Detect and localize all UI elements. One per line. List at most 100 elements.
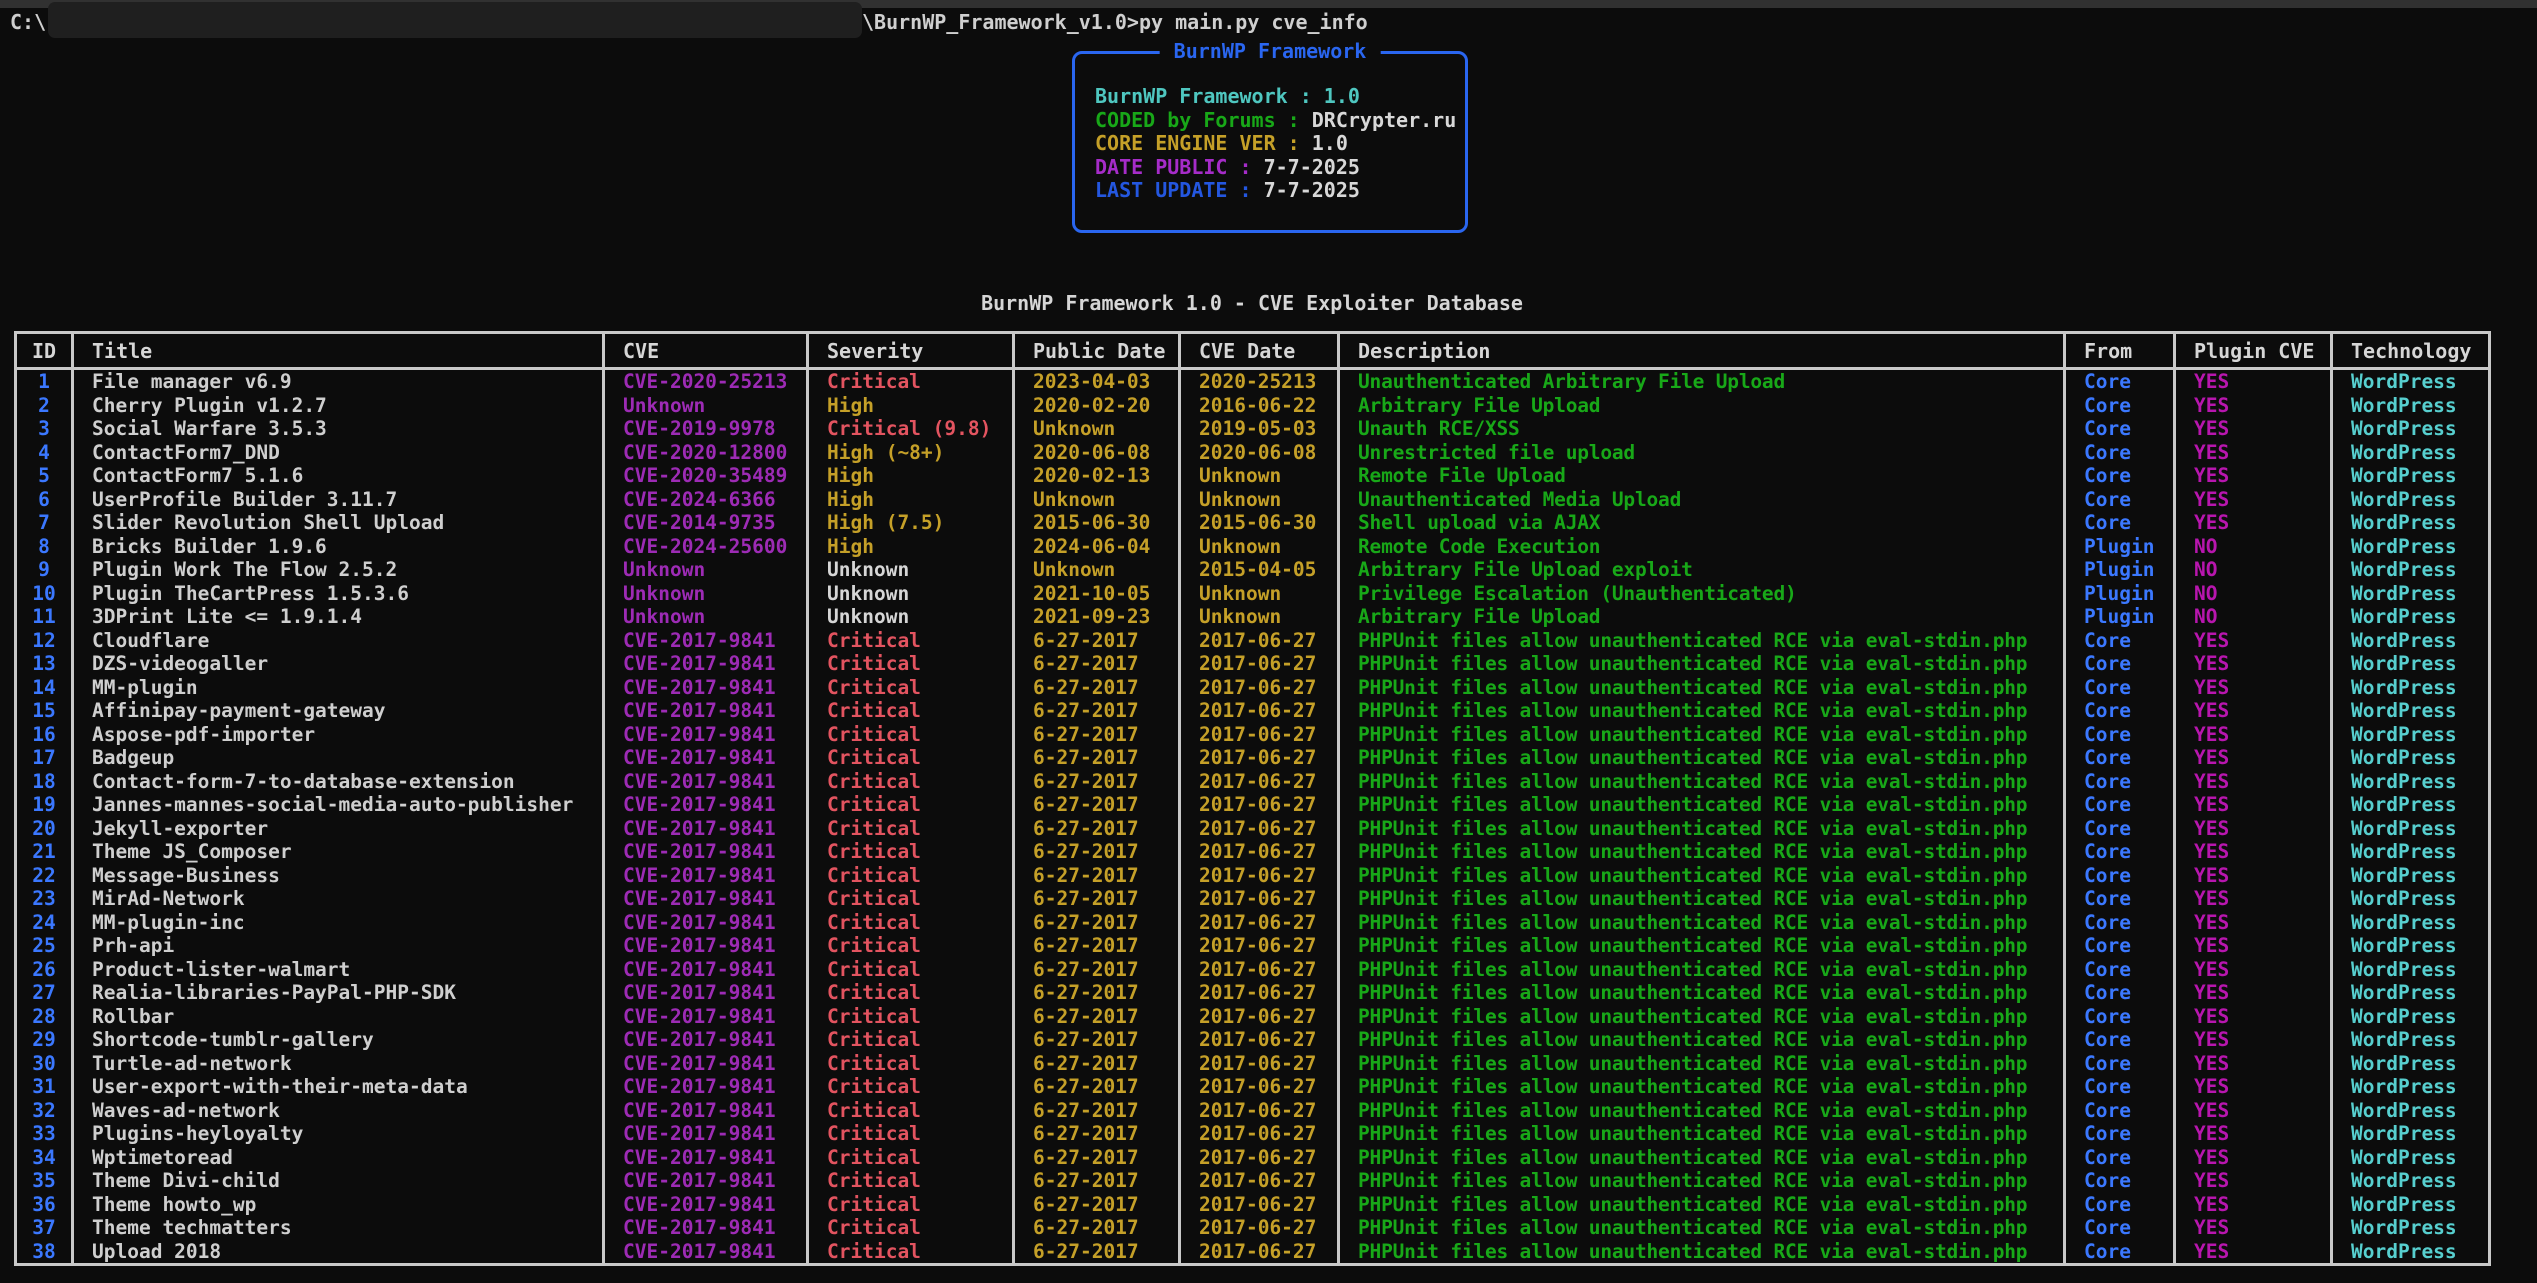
cell-cve: CVE-2017-9841 (604, 934, 808, 958)
table-row: 13 DZS-videogaller CVE-2017-9841 Critica… (16, 652, 2490, 676)
cell-public-date: 6-27-2017 (1014, 864, 1180, 888)
cell-plugin-cve: YES (2175, 770, 2332, 794)
cell-cve: CVE-2017-9841 (604, 793, 808, 817)
table-row: 3 Social Warfare 3.5.3 CVE-2019-9978 Cri… (16, 417, 2490, 441)
cell-severity: Critical (808, 746, 1014, 770)
table-row: 7 Slider Revolution Shell Upload CVE-201… (16, 511, 2490, 535)
cell-plugin-cve: YES (2175, 887, 2332, 911)
table-row: 17 Badgeup CVE-2017-9841 Critical 6-27-2… (16, 746, 2490, 770)
cell-description: PHPUnit files allow unauthenticated RCE … (1339, 629, 2065, 653)
cell-technology: WordPress (2332, 723, 2490, 747)
cell-public-date: Unknown (1014, 488, 1180, 512)
cell-cve-date: 2019-05-03 (1180, 417, 1339, 441)
cell-cve: CVE-2017-9841 (604, 840, 808, 864)
table-row: 31 User-export-with-their-meta-data CVE-… (16, 1075, 2490, 1099)
command-line[interactable]: C:\ \BurnWP_Framework_v1.0>py main.py cv… (0, 8, 2537, 36)
cell-title: Wptimetoread (73, 1146, 604, 1170)
cell-from: Core (2065, 1075, 2175, 1099)
cell-id: 9 (16, 558, 73, 582)
col-header-plugin-cve: Plugin CVE (2175, 333, 2332, 369)
cell-public-date: 2024-06-04 (1014, 535, 1180, 559)
cell-title: Slider Revolution Shell Upload (73, 511, 604, 535)
cell-id: 15 (16, 699, 73, 723)
cell-cve-date: Unknown (1180, 464, 1339, 488)
cell-technology: WordPress (2332, 1052, 2490, 1076)
cell-title: Cloudflare (73, 629, 604, 653)
cell-from: Core (2065, 699, 2175, 723)
cell-severity: Critical (808, 770, 1014, 794)
banner-line: CORE ENGINE VER : 1.0 (1095, 132, 1456, 156)
cell-technology: WordPress (2332, 629, 2490, 653)
cell-cve: Unknown (604, 582, 808, 606)
cell-description: Arbitrary File Upload exploit (1339, 558, 2065, 582)
cell-plugin-cve: YES (2175, 652, 2332, 676)
cell-technology: WordPress (2332, 1075, 2490, 1099)
cell-severity: Critical (808, 887, 1014, 911)
cell-technology: WordPress (2332, 511, 2490, 535)
cell-public-date: Unknown (1014, 558, 1180, 582)
cell-technology: WordPress (2332, 864, 2490, 888)
cell-public-date: 2020-02-20 (1014, 394, 1180, 418)
table-row: 21 Theme JS_Composer CVE-2017-9841 Criti… (16, 840, 2490, 864)
cell-plugin-cve: NO (2175, 558, 2332, 582)
cell-cve-date: 2015-06-30 (1180, 511, 1339, 535)
cell-id: 6 (16, 488, 73, 512)
cell-public-date: 6-27-2017 (1014, 699, 1180, 723)
cell-description: PHPUnit files allow unauthenticated RCE … (1339, 1122, 2065, 1146)
cell-public-date: 6-27-2017 (1014, 1005, 1180, 1029)
cell-cve: CVE-2017-9841 (604, 981, 808, 1005)
cell-public-date: 6-27-2017 (1014, 934, 1180, 958)
cell-cve-date: 2017-06-27 (1180, 1193, 1339, 1217)
cell-title: Badgeup (73, 746, 604, 770)
cell-title: UserProfile Builder 3.11.7 (73, 488, 604, 512)
cell-from: Core (2065, 723, 2175, 747)
cell-cve: CVE-2017-9841 (604, 1146, 808, 1170)
cell-cve: CVE-2017-9841 (604, 958, 808, 982)
cell-technology: WordPress (2332, 699, 2490, 723)
cell-description: PHPUnit files allow unauthenticated RCE … (1339, 981, 2065, 1005)
cell-public-date: 6-27-2017 (1014, 676, 1180, 700)
cell-cve-date: 2017-06-27 (1180, 1122, 1339, 1146)
cell-title: Plugin Work The Flow 2.5.2 (73, 558, 604, 582)
table-row: 6 UserProfile Builder 3.11.7 CVE-2024-63… (16, 488, 2490, 512)
cell-public-date: 2020-02-13 (1014, 464, 1180, 488)
cell-public-date: 2023-04-03 (1014, 369, 1180, 394)
cell-description: PHPUnit files allow unauthenticated RCE … (1339, 1169, 2065, 1193)
table-row: 1 File manager v6.9 CVE-2020-25213 Criti… (16, 369, 2490, 394)
cell-cve: CVE-2017-9841 (604, 864, 808, 888)
cell-cve: CVE-2017-9841 (604, 1216, 808, 1240)
cell-cve: CVE-2017-9841 (604, 746, 808, 770)
cell-cve: CVE-2014-9735 (604, 511, 808, 535)
cell-from: Core (2065, 1028, 2175, 1052)
cell-cve: CVE-2020-25213 (604, 369, 808, 394)
table-row: 35 Theme Divi-child CVE-2017-9841 Critic… (16, 1169, 2490, 1193)
cell-from: Core (2065, 441, 2175, 465)
cell-description: Arbitrary File Upload (1339, 394, 2065, 418)
table-row: 9 Plugin Work The Flow 2.5.2 Unknown Unk… (16, 558, 2490, 582)
cell-title: Jekyll-exporter (73, 817, 604, 841)
table-row: 33 Plugins-heyloyalty CVE-2017-9841 Crit… (16, 1122, 2490, 1146)
cell-description: PHPUnit files allow unauthenticated RCE … (1339, 1005, 2065, 1029)
cell-title: Product-lister-walmart (73, 958, 604, 982)
cell-cve: CVE-2017-9841 (604, 1122, 808, 1146)
cell-cve: CVE-2017-9841 (604, 1052, 808, 1076)
table-row: 23 MirAd-Network CVE-2017-9841 Critical … (16, 887, 2490, 911)
cell-from: Core (2065, 746, 2175, 770)
cell-from: Core (2065, 1122, 2175, 1146)
cell-id: 32 (16, 1099, 73, 1123)
cell-plugin-cve: NO (2175, 605, 2332, 629)
cell-severity: Critical (808, 1075, 1014, 1099)
cell-plugin-cve: YES (2175, 676, 2332, 700)
cell-description: PHPUnit files allow unauthenticated RCE … (1339, 1193, 2065, 1217)
cell-description: PHPUnit files allow unauthenticated RCE … (1339, 817, 2065, 841)
cell-title: User-export-with-their-meta-data (73, 1075, 604, 1099)
cell-id: 30 (16, 1052, 73, 1076)
cell-title: Theme techmatters (73, 1216, 604, 1240)
cell-cve: CVE-2017-9841 (604, 1193, 808, 1217)
cell-from: Core (2065, 1005, 2175, 1029)
cell-severity: Critical (808, 793, 1014, 817)
cell-technology: WordPress (2332, 369, 2490, 394)
cell-id: 7 (16, 511, 73, 535)
cell-cve-date: 2017-06-27 (1180, 676, 1339, 700)
cell-title: MM-plugin-inc (73, 911, 604, 935)
